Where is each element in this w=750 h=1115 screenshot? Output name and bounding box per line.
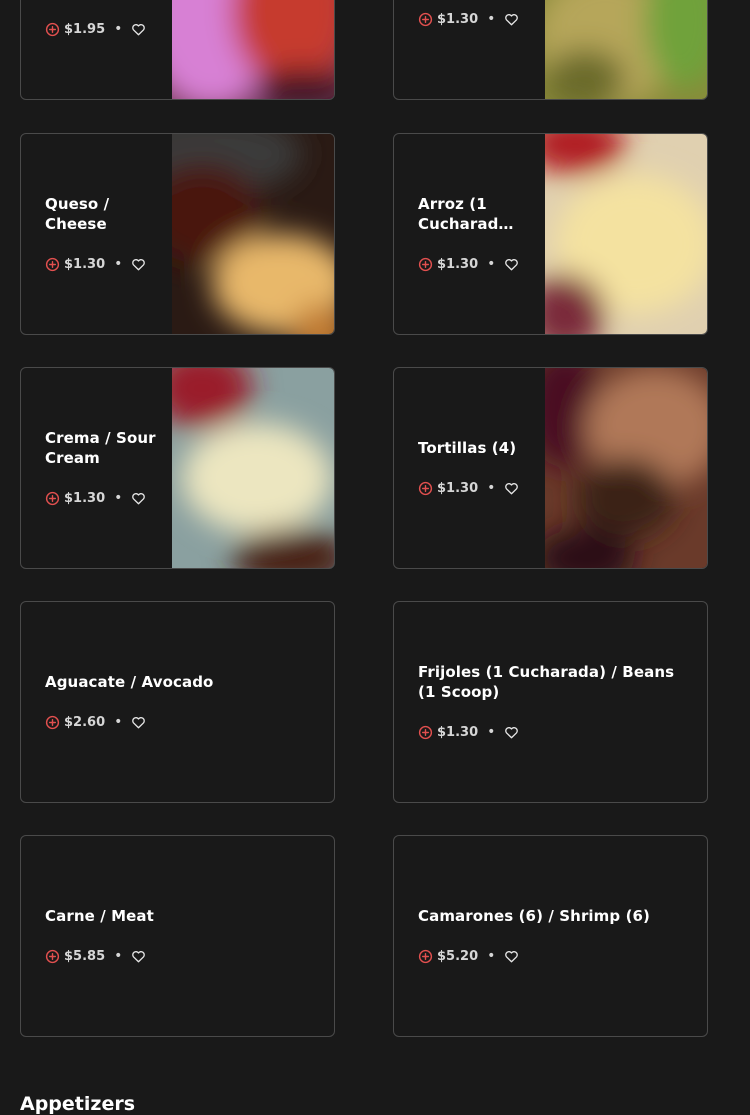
heart-icon[interactable] <box>131 491 146 506</box>
menu-item-photo <box>545 0 707 99</box>
plus-circle-icon[interactable] <box>45 22 60 37</box>
menu-item-price: $1.30 <box>437 480 479 496</box>
separator-dot: • <box>114 21 123 37</box>
plus-circle-icon[interactable] <box>418 257 433 272</box>
menu-item-price: $1.30 <box>437 724 479 740</box>
menu-item-card[interactable]: Camarones (6) / Shrimp (6) $5.20 • <box>393 835 708 1037</box>
menu-item-price: $1.30 <box>64 256 106 272</box>
separator-dot: • <box>487 11 496 27</box>
menu-item-meta: $1.30 • <box>418 478 531 498</box>
separator-dot: • <box>114 948 123 964</box>
heart-icon[interactable] <box>504 949 519 964</box>
menu-item-meta: $2.60 • <box>45 712 310 732</box>
menu-item-name: Camarones (6) / Shrimp (6) <box>418 907 651 925</box>
plus-circle-icon[interactable] <box>418 481 433 496</box>
menu-item-meta: $5.20 • <box>418 946 683 966</box>
menu-item-name: Aguacate / Avocado <box>45 673 214 691</box>
menu-item-price: $1.30 <box>437 11 479 27</box>
menu-item-info: Frijoles (1 Cucharada) / Beans (1 Scoop)… <box>418 602 683 802</box>
menu-item-name: Queso / Cheese <box>45 195 110 233</box>
menu-item-price: $1.30 <box>437 256 479 272</box>
heart-icon[interactable] <box>504 725 519 740</box>
heart-icon[interactable] <box>131 715 146 730</box>
menu-item-name: Arroz (1 Cucharad… <box>418 195 514 233</box>
heart-icon[interactable] <box>131 257 146 272</box>
separator-dot: • <box>114 714 123 730</box>
menu-item-meta: $1.30 • <box>45 488 158 508</box>
plus-circle-icon[interactable] <box>45 715 60 730</box>
menu-item-info: Arroz (1 Cucharad… $1.30 • <box>418 134 531 334</box>
menu-item-meta: $5.85 • <box>45 946 310 966</box>
plus-circle-icon[interactable] <box>418 725 433 740</box>
menu-item-name: Tortillas (4) <box>418 439 517 457</box>
menu-item-price: $5.20 <box>437 948 479 964</box>
menu-item-info: $1.95 • <box>45 0 158 99</box>
plus-circle-icon[interactable] <box>418 12 433 27</box>
separator-dot: • <box>487 256 496 272</box>
menu-item-price: $5.85 <box>64 948 106 964</box>
menu-item-info: Queso / Cheese $1.30 • <box>45 134 158 334</box>
menu-item-card[interactable]: Frijoles (1 Cucharada) / Beans (1 Scoop)… <box>393 601 708 803</box>
menu-item-card[interactable]: $1.30 • <box>393 0 708 100</box>
menu-item-meta: $1.95 • <box>45 19 158 39</box>
menu-item-info: Tortillas (4) $1.30 • <box>418 368 531 568</box>
menu-item-card[interactable]: Aguacate / Avocado $2.60 • <box>20 601 335 803</box>
menu-item-price: $1.30 <box>64 490 106 506</box>
separator-dot: • <box>487 948 496 964</box>
menu-item-name: Carne / Meat <box>45 907 154 925</box>
menu-item-info: Carne / Meat $5.85 • <box>45 836 310 1036</box>
separator-dot: • <box>487 724 496 740</box>
plus-circle-icon[interactable] <box>45 257 60 272</box>
menu-item-info: Crema / Sour Cream $1.30 • <box>45 368 158 568</box>
heart-icon[interactable] <box>131 949 146 964</box>
menu-item-info: Aguacate / Avocado $2.60 • <box>45 602 310 802</box>
plus-circle-icon[interactable] <box>418 949 433 964</box>
menu-item-name: Frijoles (1 Cucharada) / Beans (1 Scoop) <box>418 663 675 701</box>
menu-item-photo <box>545 368 707 568</box>
heart-icon[interactable] <box>504 12 519 27</box>
menu-item-meta: $1.30 • <box>418 254 531 274</box>
heart-icon[interactable] <box>504 257 519 272</box>
menu-item-meta: $1.30 • <box>418 722 683 742</box>
menu-item-price: $2.60 <box>64 714 106 730</box>
menu-item-photo <box>545 134 707 334</box>
menu-item-photo <box>172 134 334 334</box>
menu-item-info: $1.30 • <box>418 0 531 99</box>
separator-dot: • <box>114 256 123 272</box>
section-title: Appetizers <box>20 1093 136 1115</box>
separator-dot: • <box>114 490 123 506</box>
plus-circle-icon[interactable] <box>45 949 60 964</box>
heart-icon[interactable] <box>131 22 146 37</box>
menu-item-card[interactable]: Queso / Cheese $1.30 • <box>20 133 335 335</box>
menu-item-card[interactable]: Carne / Meat $5.85 • <box>20 835 335 1037</box>
menu-item-price: $1.95 <box>64 21 106 37</box>
menu-item-meta: $1.30 • <box>418 9 531 29</box>
menu-item-info: Camarones (6) / Shrimp (6) $5.20 • <box>418 836 683 1036</box>
menu-item-photo <box>172 368 334 568</box>
menu-item-name: Crema / Sour Cream <box>45 429 156 467</box>
plus-circle-icon[interactable] <box>45 491 60 506</box>
menu-item-photo <box>172 0 334 99</box>
menu-item-card[interactable]: Crema / Sour Cream $1.30 • <box>20 367 335 569</box>
separator-dot: • <box>487 480 496 496</box>
menu-item-meta: $1.30 • <box>45 254 158 274</box>
heart-icon[interactable] <box>504 481 519 496</box>
menu-item-card[interactable]: Tortillas (4) $1.30 • <box>393 367 708 569</box>
menu-item-card[interactable]: $1.95 • <box>20 0 335 100</box>
menu-item-card[interactable]: Arroz (1 Cucharad… $1.30 • <box>393 133 708 335</box>
